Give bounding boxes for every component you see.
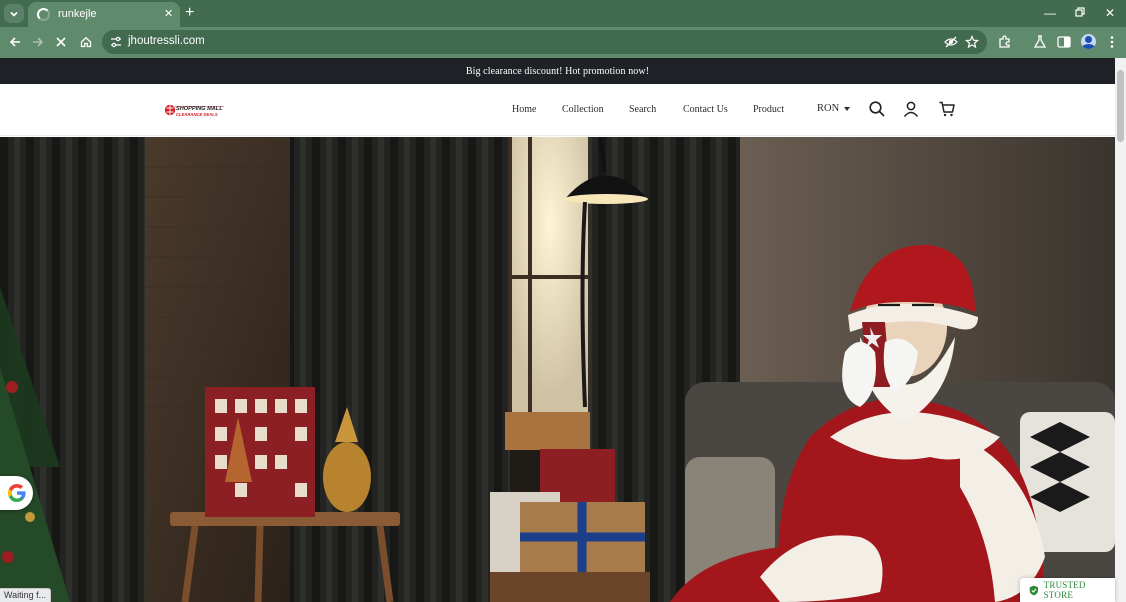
stop-loading-button[interactable] xyxy=(52,33,70,51)
arrow-left-icon xyxy=(9,37,20,47)
nav-search[interactable]: Search xyxy=(629,104,656,115)
browser-tab[interactable]: runkejle ✕ xyxy=(28,2,180,27)
home-button[interactable] xyxy=(77,33,95,51)
site-header: SHOPPING MALL CLEARANCE DEALS Home Colle… xyxy=(0,84,1115,136)
google-logo-icon xyxy=(7,483,26,503)
shield-check-icon xyxy=(1029,585,1038,595)
nav-collection[interactable]: Collection xyxy=(562,104,604,115)
new-tab-button[interactable]: + xyxy=(185,5,194,21)
tab-list-button[interactable] xyxy=(4,4,24,23)
hero-image xyxy=(0,137,1115,602)
restore-icon[interactable] xyxy=(1072,6,1088,20)
arrow-right-icon xyxy=(33,37,44,47)
close-tab-icon[interactable]: ✕ xyxy=(164,8,173,20)
browser-tab-bar: runkejle ✕ + — ✕ xyxy=(0,0,1126,27)
close-icon xyxy=(56,37,66,47)
page-scrollbar[interactable] xyxy=(1115,58,1126,602)
url-text: jhoutressli.com xyxy=(128,35,205,47)
browser-toolbar: jhoutressli.com xyxy=(0,27,1126,58)
caret-down-icon xyxy=(844,106,851,111)
svg-text:CLEARANCE DEALS: CLEARANCE DEALS xyxy=(176,112,218,117)
extensions-icon[interactable] xyxy=(997,34,1013,50)
eye-off-icon[interactable] xyxy=(944,35,958,49)
account-icon[interactable] xyxy=(902,100,920,118)
more-menu-icon[interactable] xyxy=(1104,34,1120,50)
home-icon xyxy=(80,36,92,48)
profile-avatar-icon[interactable] xyxy=(1081,34,1096,49)
nav-home[interactable]: Home xyxy=(512,104,536,115)
cart-icon[interactable] xyxy=(938,100,956,118)
currency-selector[interactable]: RON xyxy=(817,103,851,114)
search-icon[interactable] xyxy=(868,100,886,118)
site-info-icon[interactable] xyxy=(109,35,123,49)
chevron-down-icon xyxy=(10,11,18,17)
loading-spinner-icon xyxy=(37,8,50,21)
scrollbar-thumb[interactable] xyxy=(1117,70,1124,142)
google-reviews-badge[interactable] xyxy=(0,476,33,510)
minimize-icon[interactable]: — xyxy=(1042,6,1058,20)
announcement-bar: Big clearance discount! Hot promotion no… xyxy=(0,58,1115,84)
web-page: Big clearance discount! Hot promotion no… xyxy=(0,58,1115,602)
nav-contact-us[interactable]: Contact Us xyxy=(683,104,728,115)
nav-product[interactable]: Product xyxy=(753,104,784,115)
hero-banner[interactable] xyxy=(0,137,1115,602)
side-panel-icon[interactable] xyxy=(1056,34,1072,50)
close-window-icon[interactable]: ✕ xyxy=(1102,6,1118,20)
back-button[interactable] xyxy=(6,33,24,51)
tab-title: runkejle xyxy=(58,8,97,20)
forward-button[interactable] xyxy=(29,33,47,51)
currency-label: RON xyxy=(817,103,840,114)
trusted-store-badge[interactable]: TRUSTED STORE xyxy=(1020,578,1115,602)
address-bar[interactable]: jhoutressli.com xyxy=(102,30,987,54)
store-logo[interactable]: SHOPPING MALL CLEARANCE DEALS xyxy=(164,101,228,119)
browser-status-bubble: Waiting f... xyxy=(0,588,52,602)
trusted-store-label: TRUSTED STORE xyxy=(1043,580,1086,600)
bookmark-star-icon[interactable] xyxy=(965,35,979,49)
labs-flask-icon[interactable] xyxy=(1032,34,1048,50)
